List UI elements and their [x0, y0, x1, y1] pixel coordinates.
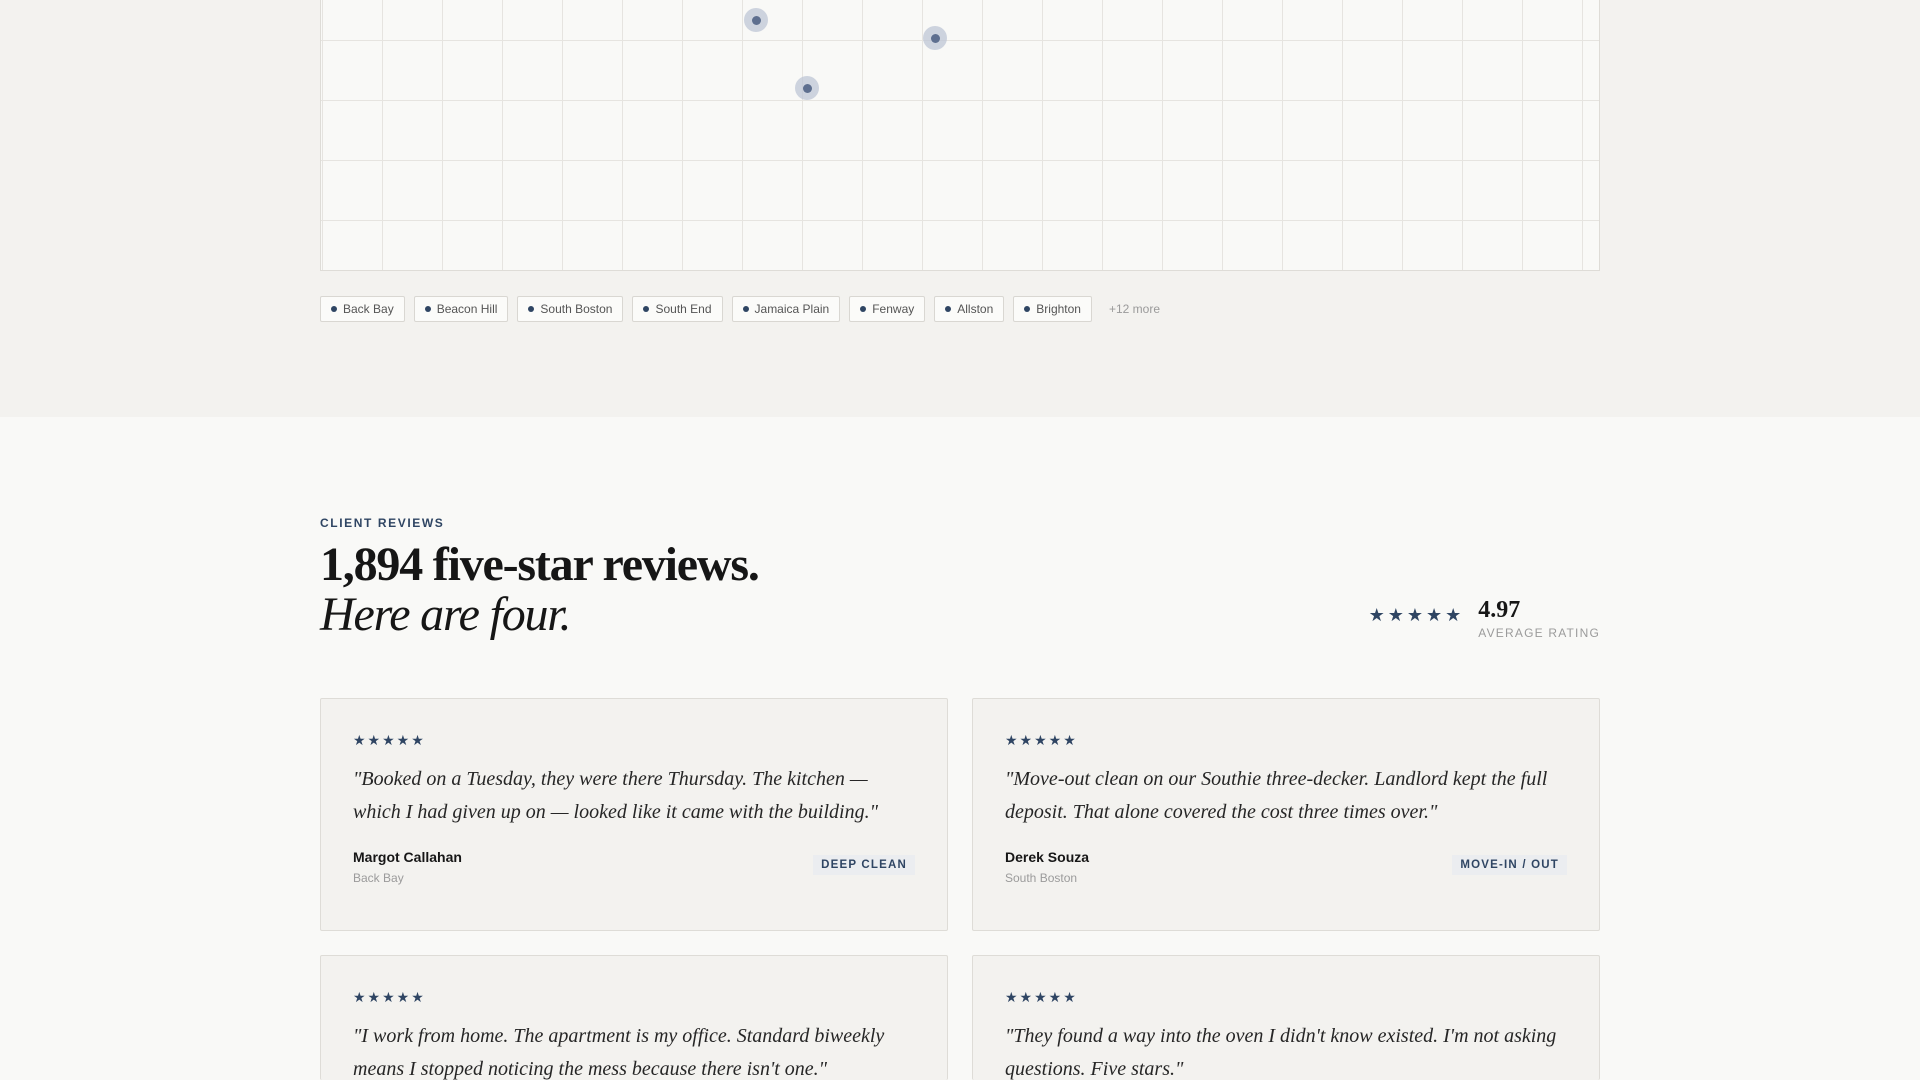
chip-label: Back Bay — [343, 302, 394, 316]
rating-text: 4.97 AVERAGE RATING — [1478, 596, 1600, 640]
rating-caption: AVERAGE RATING — [1478, 626, 1600, 640]
map-pin-dot — [802, 83, 812, 93]
dot-icon — [1024, 306, 1031, 312]
dot-icon — [643, 306, 650, 312]
rating-value: 4.97 — [1478, 597, 1521, 623]
map-pin-dot — [751, 15, 761, 25]
chip-jamaica-plain[interactable]: Jamaica Plain — [731, 296, 841, 322]
chip-south-boston[interactable]: South Boston — [517, 296, 624, 322]
rating-stars-icon: ★★★★★ — [1368, 605, 1465, 625]
chip-beacon-hill[interactable]: Beacon Hill — [413, 296, 509, 322]
review-stars-icon: ★★★★★ — [1005, 732, 1078, 748]
chip-label: South Boston — [540, 302, 613, 316]
chip-brighton[interactable]: Brighton — [1013, 296, 1092, 322]
chip-south-end[interactable]: South End — [632, 296, 723, 322]
dot-icon — [424, 306, 431, 312]
neighborhood-chips: Back Bay Beacon Hill South Boston South … — [320, 296, 1160, 322]
service-tag: MOVE-IN / OUT — [1452, 855, 1567, 875]
review-meta: Margot Callahan Back Bay DEEP CLEAN — [353, 849, 915, 885]
service-area-map[interactable] — [320, 0, 1600, 271]
chip-label: Fenway — [872, 302, 915, 316]
headline-line-2: Here are four. — [320, 588, 571, 641]
chip-label: South End — [655, 302, 712, 316]
review-quote: "Booked on a Tuesday, they were there Th… — [353, 768, 878, 823]
review-card: ★★★★★ "Move-out clean on our Southie thr… — [972, 698, 1600, 931]
reviews-headline: 1,894 five-star reviews. Here are four. — [320, 538, 760, 641]
map-pin[interactable] — [744, 8, 768, 32]
dot-icon — [945, 306, 952, 312]
dot-icon — [860, 306, 867, 312]
review-card: ★★★★★ "I work from home. The apartment i… — [320, 955, 948, 1080]
chip-back-bay[interactable]: Back Bay — [320, 296, 405, 322]
section-eyebrow: CLIENT REVIEWS — [320, 516, 445, 530]
chip-label: Beacon Hill — [436, 302, 498, 316]
average-rating: ★★★★★ 4.97 AVERAGE RATING — [1369, 596, 1600, 640]
reviewer: Derek Souza South Boston — [1005, 849, 1089, 885]
review-stars-icon: ★★★★★ — [1005, 989, 1078, 1005]
map-pin[interactable] — [923, 26, 947, 50]
reviewer-neighborhood: South Boston — [1005, 871, 1078, 885]
reviewer: Margot Callahan Back Bay — [353, 849, 462, 885]
reviewer-name: Derek Souza — [1005, 849, 1090, 865]
dot-icon — [742, 306, 749, 312]
review-quote: "Move-out clean on our Southie three-dec… — [1005, 768, 1548, 823]
review-quote: "I work from home. The apartment is my o… — [353, 1025, 885, 1080]
headline-line-1: 1,894 five-star reviews. — [320, 538, 760, 591]
review-stars-icon: ★★★★★ — [353, 989, 426, 1005]
review-card: ★★★★★ "Booked on a Tuesday, they were th… — [320, 698, 948, 931]
review-quote: "They found a way into the oven I didn't… — [1005, 1025, 1557, 1080]
reviewer-neighborhood: Back Bay — [353, 871, 404, 885]
service-area-section: Back Bay Beacon Hill South Boston South … — [0, 0, 1920, 417]
map-pin-dot — [930, 33, 940, 43]
chip-label: Brighton — [1036, 302, 1081, 316]
more-neighborhoods-link[interactable]: +12 more — [1101, 302, 1160, 316]
review-meta: Derek Souza South Boston MOVE-IN / OUT — [1005, 849, 1567, 885]
reviewer-name: Margot Callahan — [353, 849, 462, 865]
chip-label: Jamaica Plain — [754, 302, 830, 316]
chip-label: Allston — [957, 302, 994, 316]
review-stars-icon: ★★★★★ — [353, 732, 426, 748]
chip-allston[interactable]: Allston — [934, 296, 1005, 322]
service-tag: DEEP CLEAN — [813, 855, 915, 875]
chip-fenway[interactable]: Fenway — [849, 296, 926, 322]
map-pin[interactable] — [795, 76, 819, 100]
dot-icon — [528, 306, 535, 312]
review-card: ★★★★★ "They found a way into the oven I … — [972, 955, 1600, 1080]
dot-icon — [331, 306, 337, 312]
